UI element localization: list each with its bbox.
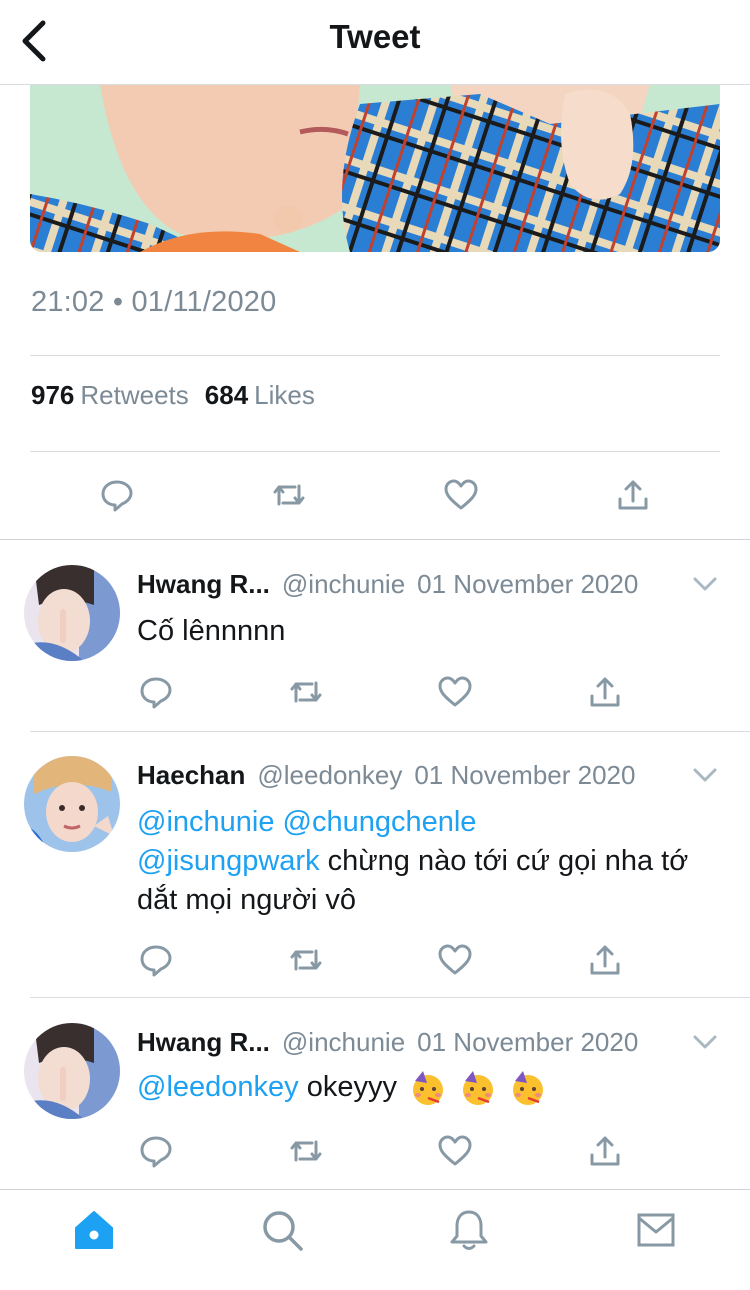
- retweet-icon[interactable]: [288, 942, 324, 978]
- reply-text: Cố lênnnnn: [137, 615, 286, 647]
- reply-icon[interactable]: [138, 674, 174, 710]
- retweets-label[interactable]: Retweets: [80, 380, 188, 410]
- divider: [30, 451, 720, 452]
- share-icon: [618, 480, 648, 510]
- like-button[interactable]: [443, 477, 479, 513]
- chevron-down-icon[interactable]: [692, 574, 718, 594]
- reply-author-handle[interactable]: @inchunie: [282, 1027, 405, 1058]
- retweet-button[interactable]: [271, 477, 307, 513]
- mention-link[interactable]: @inchunie: [137, 806, 274, 838]
- heart-icon[interactable]: [437, 674, 473, 710]
- top-bar: Tweet: [0, 0, 750, 85]
- reply-text-content: okeyyy: [306, 1071, 397, 1103]
- heart-icon[interactable]: [437, 1133, 473, 1169]
- page-title: Tweet: [329, 18, 421, 55]
- home-icon[interactable]: [72, 1208, 116, 1252]
- search-icon[interactable]: [260, 1208, 304, 1252]
- retweet-icon[interactable]: [288, 674, 324, 710]
- avatar[interactable]: [24, 756, 120, 852]
- partying-face-emoji-icon: [413, 1071, 444, 1106]
- tweet-stats: 976 Retweets 684 Likes: [31, 380, 315, 411]
- divider: [30, 997, 750, 998]
- reply-icon[interactable]: [138, 1133, 174, 1169]
- reply-date: 01 November 2020: [417, 568, 639, 599]
- tweet-photo[interactable]: [30, 84, 720, 252]
- tweet-timestamp: 21:02 • 01/11/2020: [31, 286, 277, 318]
- divider: [30, 355, 720, 356]
- notifications-icon[interactable]: [447, 1208, 491, 1252]
- share-icon[interactable]: [587, 1133, 623, 1169]
- reply-date: 01 November 2020: [414, 759, 636, 790]
- reply-author-handle[interactable]: @inchunie: [282, 569, 405, 600]
- reply-author-name[interactable]: Haechan: [137, 760, 245, 791]
- likes-count[interactable]: 684: [205, 380, 248, 410]
- mention-link[interactable]: @jisungpwark: [137, 845, 320, 877]
- heart-icon: [444, 479, 478, 510]
- share-icon[interactable]: [587, 674, 623, 710]
- reply-author-name[interactable]: Hwang R...: [137, 1027, 270, 1058]
- section-separator: [0, 539, 750, 540]
- heart-icon[interactable]: [437, 942, 473, 978]
- reply-author-handle[interactable]: @leedonkey: [257, 760, 402, 791]
- likes-label[interactable]: Likes: [254, 380, 315, 410]
- reply-text: @inchunie @chungchenle @jisungpwark chừn…: [137, 803, 727, 920]
- reply-date: 01 November 2020: [417, 1026, 639, 1057]
- retweet-icon: [273, 484, 305, 506]
- retweets-count[interactable]: 976: [31, 380, 74, 410]
- partying-face-emoji-icon: [463, 1071, 494, 1106]
- chevron-down-icon[interactable]: [692, 1032, 718, 1052]
- reply-actions: [0, 1133, 750, 1173]
- reply-author-name[interactable]: Hwang R...: [137, 569, 270, 600]
- avatar[interactable]: [24, 565, 120, 661]
- messages-icon[interactable]: [634, 1208, 678, 1252]
- bottom-tab-bar: [0, 1189, 750, 1290]
- tweet-actions: [0, 465, 750, 525]
- retweet-icon[interactable]: [288, 1133, 324, 1169]
- reply-actions: [0, 942, 750, 982]
- reply-icon: [101, 480, 133, 512]
- share-button[interactable]: [615, 477, 651, 513]
- reply-actions: [0, 674, 750, 714]
- reply-text: @leedonkey okeyyy: [137, 1068, 727, 1107]
- divider: [30, 731, 750, 732]
- avatar[interactable]: [24, 1023, 120, 1119]
- mention-link[interactable]: @chungchenle: [283, 806, 477, 838]
- partying-face-emoji-icon: [513, 1071, 544, 1106]
- chevron-down-icon[interactable]: [692, 765, 718, 785]
- share-icon[interactable]: [587, 942, 623, 978]
- reply-icon[interactable]: [138, 942, 174, 978]
- mention-link[interactable]: @leedonkey: [137, 1071, 299, 1103]
- reply-button[interactable]: [99, 477, 135, 513]
